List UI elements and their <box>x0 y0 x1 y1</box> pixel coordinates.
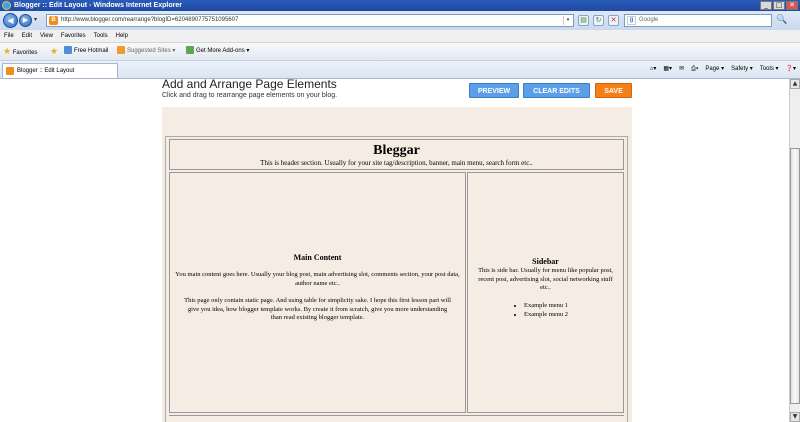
addons-icon <box>186 46 194 55</box>
feeds-button[interactable]: ▦▾ <box>663 61 672 78</box>
menu-edit[interactable]: Edit <box>18 30 36 42</box>
page-subtitle: Click and drag to rearrange page element… <box>162 92 338 99</box>
close-window-button[interactable]: ✕ <box>786 1 798 10</box>
sidebar-description: This is side bar. Usually for menu like … <box>478 267 613 291</box>
favorites-button[interactable]: ★ Favorites <box>3 43 37 62</box>
home-button[interactable]: ⌂▾ <box>650 61 657 78</box>
compatibility-view-icon[interactable]: ▤ <box>578 15 589 26</box>
blogger-tab-icon <box>6 67 14 75</box>
scroll-down-arrow-icon[interactable]: ▼ <box>790 412 800 422</box>
address-dropdown-button[interactable]: ▾ <box>563 16 572 25</box>
favorites-bar: ★ Favorites ★ Free Hotmail Suggested Sit… <box>0 43 800 61</box>
internet-explorer-icon <box>2 1 11 10</box>
tab-row: Blogger :: Edit Layout ⌂▾ ▦▾ ✉ ⎙▾ Page ▾… <box>0 61 800 79</box>
tools-menu-button[interactable]: Tools ▾ <box>760 61 779 78</box>
print-button[interactable]: ⎙▾ <box>691 61 698 78</box>
save-button[interactable]: SAVE <box>595 83 632 98</box>
menu-help[interactable]: Help <box>112 30 132 42</box>
preview-button[interactable]: PREVIEW <box>469 83 519 98</box>
forward-button[interactable]: ▶ <box>19 14 32 27</box>
command-bar: ⌂▾ ▦▾ ✉ ⎙▾ Page ▾ Safety ▾ Tools ▾ ❓▾ <box>650 61 796 78</box>
hotmail-icon <box>64 46 72 55</box>
hotmail-label: Free Hotmail <box>74 48 109 54</box>
favorite-link-addons[interactable]: Get More Add-ons ▾ <box>186 43 249 60</box>
favorite-link-hotmail[interactable]: Free Hotmail <box>64 43 108 60</box>
search-input[interactable]: g Google <box>624 14 772 27</box>
back-button[interactable]: ◀ <box>3 13 18 28</box>
menu-bar: File Edit View Favorites Tools Help <box>0 30 800 43</box>
main-content-section[interactable]: Main Content You main content goes here.… <box>169 172 466 413</box>
minimize-button[interactable]: _ <box>760 1 772 10</box>
address-input[interactable]: B http://www.blogger.com/rearrange?blogI… <box>46 14 574 27</box>
layout-editor-panel: Bleggar This is header section. Usually … <box>162 107 632 422</box>
sidebar-menu-list: Example menu 1 Example menu 2 <box>524 302 568 319</box>
search-placeholder: Google <box>639 17 659 23</box>
scroll-up-arrow-icon[interactable]: ▲ <box>790 79 800 89</box>
favorites-label: Favorites <box>12 50 38 56</box>
header-section[interactable]: Bleggar This is header section. Usually … <box>169 139 624 170</box>
page-menu-button[interactable]: Page ▾ <box>705 61 724 78</box>
layout-table: Bleggar This is header section. Usually … <box>165 136 628 422</box>
address-url[interactable]: http://www.blogger.com/rearrange?blogID=… <box>61 15 238 26</box>
maximize-button[interactable]: □ <box>773 1 785 10</box>
sidebar-menu-item: Example menu 2 <box>524 311 568 320</box>
sidebar-section[interactable]: Sidebar This is side bar. Usually for me… <box>467 172 624 413</box>
clear-edits-button[interactable]: CLEAR EDITS <box>523 83 590 98</box>
main-content-paragraph-2: This page only contain static page. And … <box>184 297 451 321</box>
add-favorite-button[interactable]: ★ <box>50 43 58 62</box>
addons-label: Get More Add-ons ▾ <box>196 48 250 54</box>
menu-file[interactable]: File <box>0 30 18 42</box>
blogger-favicon-icon: B <box>49 16 58 25</box>
tab-label: Blogger :: Edit Layout <box>17 68 75 74</box>
add-favorite-icon: ★ <box>50 46 59 56</box>
menu-favorites[interactable]: Favorites <box>57 30 90 42</box>
safety-menu-button[interactable]: Safety ▾ <box>731 61 753 78</box>
window-controls: _ □ ✕ <box>760 1 798 10</box>
refresh-button[interactable]: ↻ <box>593 15 604 26</box>
stop-button[interactable]: ✕ <box>608 15 619 26</box>
recent-pages-dropdown[interactable]: ▾ <box>34 17 37 23</box>
window-title: Blogger :: Edit Layout - Windows Interne… <box>14 2 182 9</box>
window-title-bar[interactable]: Blogger :: Edit Layout - Windows Interne… <box>0 0 800 11</box>
search-icon[interactable]: 🔍 <box>776 14 788 27</box>
footer-section[interactable] <box>169 415 624 422</box>
suggested-sites-icon <box>117 46 125 55</box>
sidebar-menu-item: Example menu 1 <box>524 302 568 311</box>
main-content-paragraph-1: You main content goes here. Usually your… <box>175 271 460 287</box>
scrollbar-thumb[interactable] <box>790 148 800 404</box>
page-title: Add and Arrange Page Elements <box>162 79 337 91</box>
star-icon: ★ <box>3 46 12 56</box>
page-content: Add and Arrange Page Elements Click and … <box>0 79 789 422</box>
sidebar-title: Sidebar <box>532 257 559 266</box>
menu-tools[interactable]: Tools <box>90 30 112 42</box>
favorite-link-suggested[interactable]: Suggested Sites ▾ <box>117 43 175 60</box>
tab-blogger-edit-layout[interactable]: Blogger :: Edit Layout <box>2 63 118 78</box>
mail-button[interactable]: ✉ <box>679 61 684 78</box>
help-menu-button[interactable]: ❓▾ <box>786 61 796 78</box>
vertical-scrollbar[interactable]: ▲ ▼ <box>789 79 800 422</box>
blog-title: Bleggar <box>373 143 420 158</box>
menu-view[interactable]: View <box>36 30 57 42</box>
header-description: This is header section. Usually for your… <box>260 159 533 167</box>
address-toolbar: ◀ ▶ ▾ B http://www.blogger.com/rearrange… <box>0 11 800 30</box>
suggested-label: Suggested Sites ▾ <box>127 48 176 54</box>
google-icon: g <box>627 16 636 25</box>
main-content-title: Main Content <box>293 253 342 262</box>
